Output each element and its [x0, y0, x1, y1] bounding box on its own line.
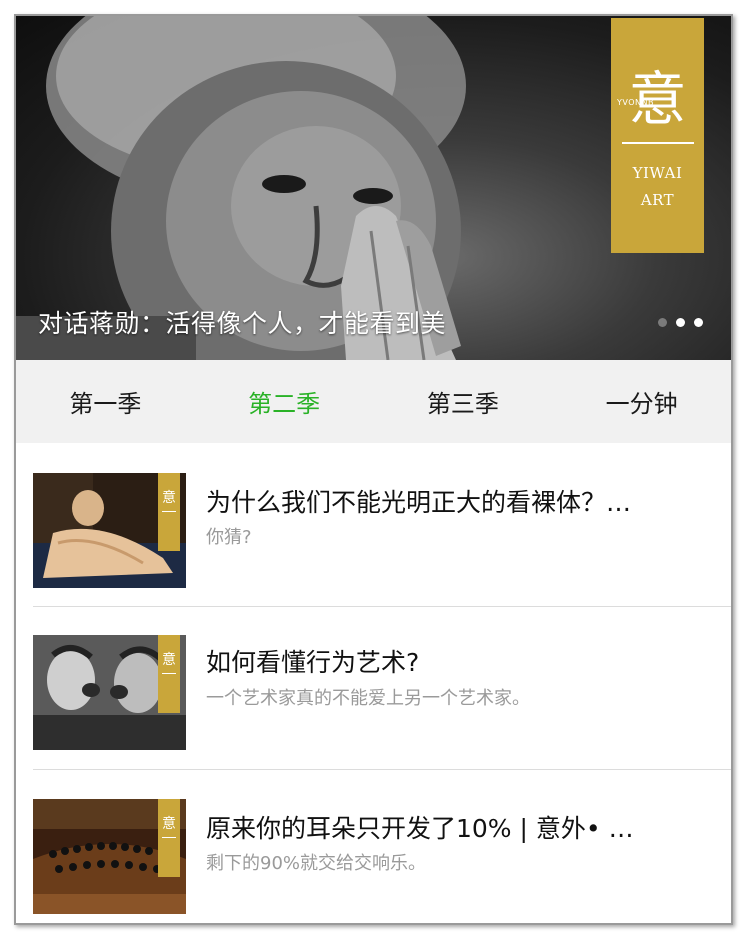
carousel-indicator[interactable] — [658, 318, 703, 327]
article-subtitle: 一个艺术家真的不能爱上另一个艺术家。 — [206, 688, 530, 709]
logo-divider — [621, 142, 694, 144]
carousel-dot-3[interactable] — [694, 318, 703, 327]
article-title: 为什么我们不能光明正大的看裸体？… — [206, 488, 632, 517]
thumbnail-two-people-shouting: 意 — [33, 635, 186, 750]
list-item[interactable]: 意 为什么我们不能光明正大的看裸体？… 你猜? — [16, 443, 731, 606]
article-subtitle: 剩下的90%就交给交响乐。 — [206, 853, 427, 874]
yiwai-art-logo: 意 YVONNB YIWAI ART — [611, 18, 704, 253]
thumbnail-orchestra-hall: 意 — [33, 799, 186, 914]
thumbnail-brand-tag: 意 — [158, 473, 180, 551]
list-item[interactable]: 意 如何看懂行为艺术? 一个艺术家真的不能爱上另一个艺术家。 — [16, 606, 731, 769]
tab-season-2[interactable]: 第二季 — [195, 360, 374, 443]
thumbnail-brand-tag: 意 — [158, 799, 180, 877]
tab-season-1[interactable]: 第一季 — [16, 360, 195, 443]
thumbnail-reclining-nude-painting: 意 — [33, 473, 186, 588]
carousel-dot-1[interactable] — [658, 318, 667, 327]
article-subtitle: 你猜? — [206, 527, 252, 548]
thumbnail-brand-tag: 意 — [158, 635, 180, 713]
list-item[interactable]: 意 原来你的耳朵只开发了10% | 意外• … 剩下的90%就交给交响乐。 — [16, 769, 731, 923]
article-title: 如何看懂行为艺术? — [206, 648, 420, 677]
carousel-dot-2[interactable] — [676, 318, 685, 327]
logo-small-text: YVONNB — [617, 98, 654, 107]
hero-banner[interactable]: 意 YVONNB YIWAI ART 对话蒋勋：活得像个人，才能看到美 — [16, 16, 731, 360]
tab-one-minute[interactable]: 一分钟 — [552, 360, 731, 443]
article-list: 意 为什么我们不能光明正大的看裸体？… 你猜? 意 如何看懂行为艺术? 一个艺术… — [16, 443, 731, 923]
season-tab-bar: 第一季 第二季 第三季 一分钟 — [16, 360, 731, 443]
article-title: 原来你的耳朵只开发了10% | 意外• … — [206, 814, 634, 843]
tab-season-3[interactable]: 第三季 — [374, 360, 553, 443]
phone-frame: 意 YVONNB YIWAI ART 对话蒋勋：活得像个人，才能看到美 第一季 … — [14, 14, 733, 925]
hero-caption: 对话蒋勋：活得像个人，才能看到美 — [38, 309, 447, 338]
logo-line-2: ART — [640, 191, 675, 209]
logo-line-1: YIWAI — [632, 164, 683, 182]
